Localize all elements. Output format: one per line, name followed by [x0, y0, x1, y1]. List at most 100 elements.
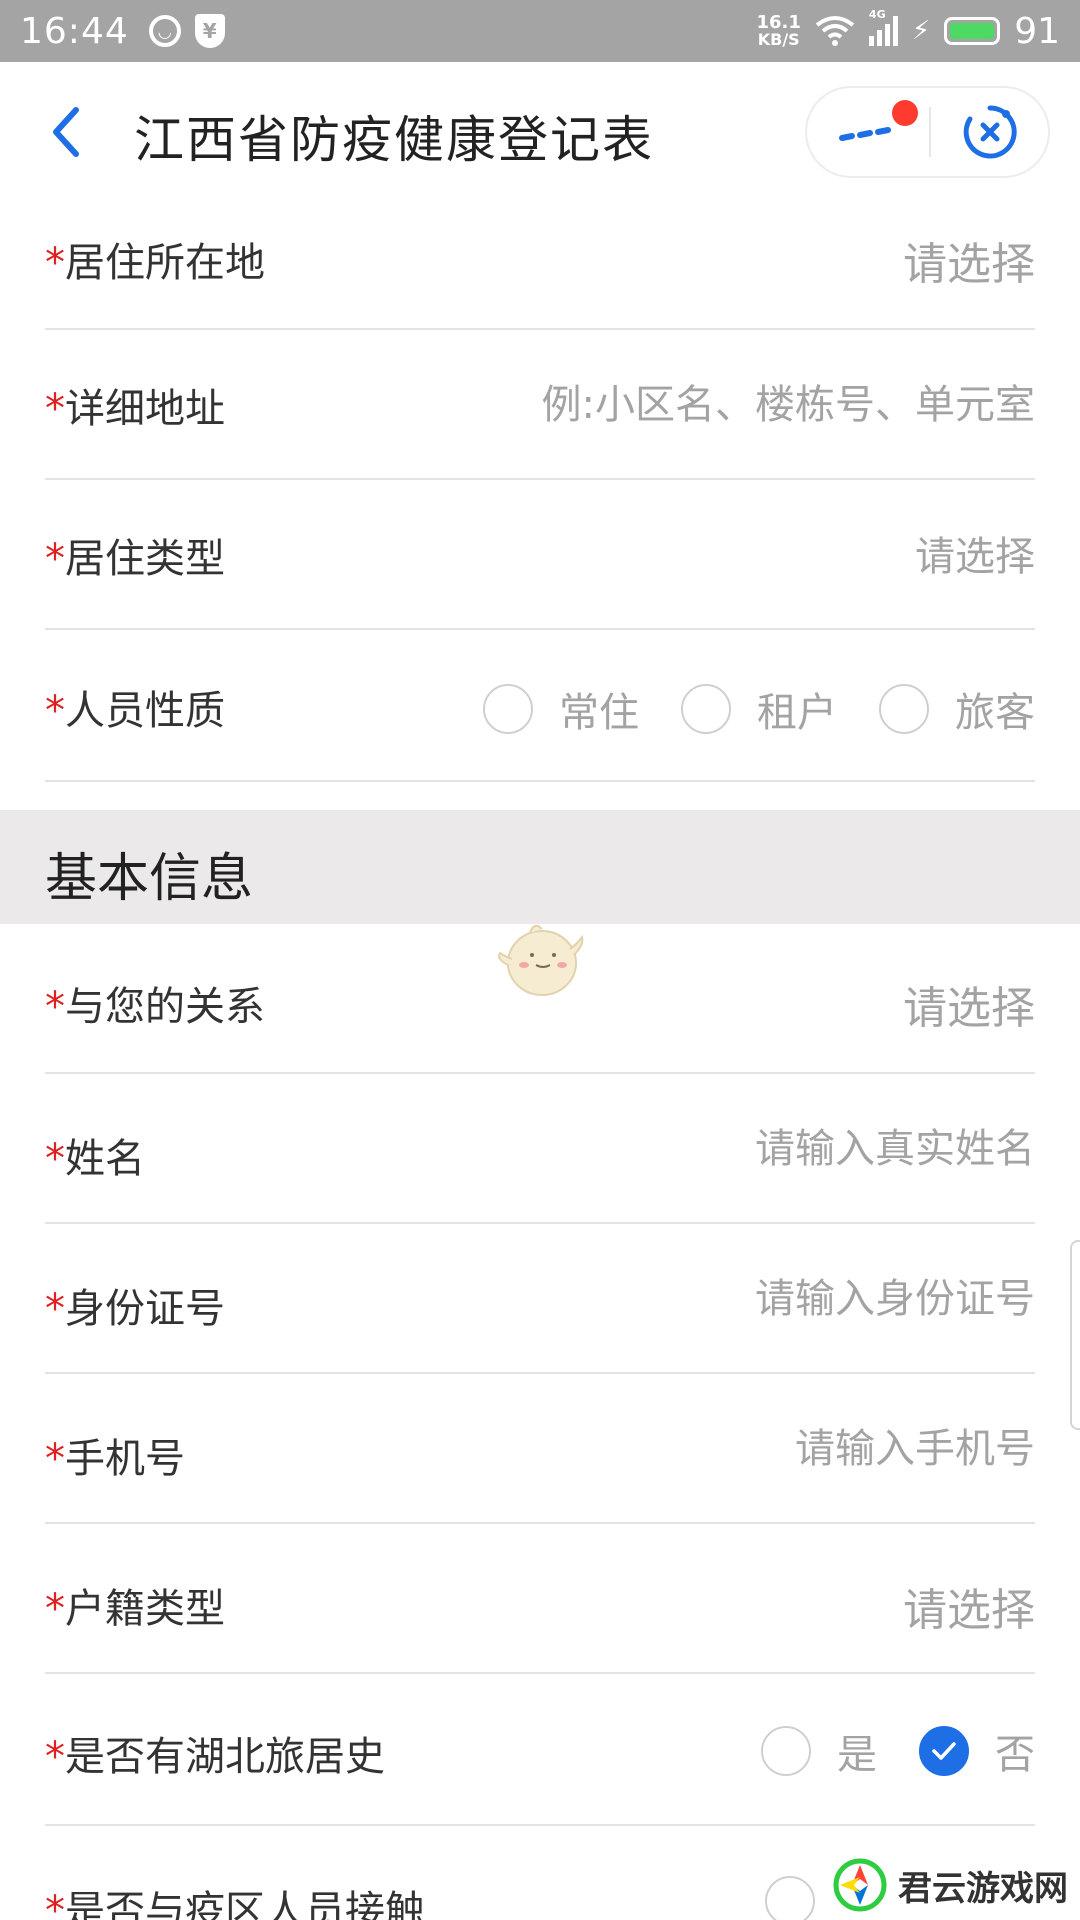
radio-circle[interactable] [681, 684, 731, 734]
check-icon [932, 1742, 956, 1760]
label-text: 姓名 [65, 1136, 145, 1182]
select-value[interactable]: 请选择 [903, 228, 1035, 292]
radio-circle[interactable] [879, 684, 929, 734]
row-phone: *手机号 请输入手机号 [45, 1374, 1035, 1524]
row-label: *人员性质 [45, 678, 225, 736]
radio-resident[interactable]: 常住 [483, 680, 639, 738]
mini-program-capsule [805, 86, 1050, 178]
required-mark: * [45, 1586, 65, 1632]
row-hubei-history: *是否有湖北旅居史 是 否 [45, 1674, 1035, 1826]
watermark-logo-icon [833, 1858, 887, 1912]
chevron-left-icon [53, 107, 79, 157]
label-text: 户籍类型 [65, 1586, 225, 1632]
required-mark: * [45, 1136, 65, 1182]
label-text: 是否与疫区人员接触 [65, 1888, 425, 1920]
row-id-number: *身份证号 请输入身份证号 [45, 1224, 1035, 1374]
notification-app-icon: ◡ [148, 15, 181, 47]
wifi-icon [815, 16, 855, 46]
radio-yes[interactable]: 是 [761, 1722, 877, 1780]
mascot-sticker-icon[interactable] [490, 915, 590, 1005]
watermark: 君云游戏网 [832, 1855, 1068, 1915]
row-label: *手机号 [45, 1426, 185, 1484]
detail-address-input[interactable]: 例:小区名、楼栋号、单元室 [542, 372, 1035, 430]
row-residence-type[interactable]: *居住类型 请选择 [45, 480, 1035, 630]
epidemic-contact-radio-group [765, 1876, 815, 1920]
required-mark: * [45, 1286, 65, 1332]
network-speed-unit: KB/S [757, 30, 800, 49]
network-type: 4G [868, 8, 886, 21]
required-mark: * [45, 984, 65, 1030]
row-label: *户籍类型 [45, 1576, 225, 1634]
scroll-indicator[interactable] [1070, 1240, 1080, 1430]
radio-label: 租户 [757, 690, 837, 736]
row-household-type[interactable]: *户籍类型 请选择 [45, 1524, 1035, 1674]
shield-yen-icon: ¥ [194, 14, 225, 48]
label-text: 居住所在地 [65, 240, 265, 286]
radio-no[interactable]: 否 [919, 1722, 1035, 1780]
row-label: *与您的关系 [45, 974, 265, 1032]
section-title: 基本信息 [45, 849, 254, 909]
battery-icon [944, 17, 1001, 45]
required-mark: * [45, 536, 65, 582]
radio-traveler[interactable]: 旅客 [879, 680, 1035, 738]
label-text: 详细地址 [65, 386, 225, 432]
radio-circle-checked[interactable] [919, 1726, 969, 1776]
row-detail-address: *详细地址 例:小区名、楼栋号、单元室 [45, 330, 1035, 480]
row-label: *详细地址 [45, 376, 225, 434]
radio-label: 常住 [559, 690, 639, 736]
page-title: 江西省防疫健康登记表 [134, 111, 654, 169]
row-name: *姓名 请输入真实姓名 [45, 1074, 1035, 1224]
select-value[interactable]: 请选择 [915, 524, 1035, 582]
select-value[interactable]: 请选择 [903, 1574, 1035, 1638]
radio-circle[interactable] [765, 1876, 815, 1920]
radio-circle[interactable] [761, 1726, 811, 1776]
network-speed: 16.1 KB/S [757, 14, 801, 48]
radio-label: 是 [837, 1732, 877, 1778]
back-button[interactable] [40, 102, 90, 162]
row-label: *身份证号 [45, 1276, 225, 1334]
row-residence-location[interactable]: *居住所在地 请选择 [45, 202, 1035, 330]
status-time: 16:44 [20, 10, 129, 52]
close-target-icon [963, 105, 1017, 159]
label-text: 身份证号 [65, 1286, 225, 1332]
more-dots-icon [839, 127, 891, 141]
required-mark: * [45, 1734, 65, 1780]
section-header: 基本信息 [0, 810, 1080, 924]
row-label: *居住所在地 [45, 230, 265, 288]
row-label: *是否有湖北旅居史 [45, 1724, 385, 1782]
watermark-text: 君云游戏网 [898, 1868, 1068, 1909]
battery-level: 91 [1014, 10, 1060, 52]
phone-input[interactable]: 请输入手机号 [795, 1416, 1035, 1474]
person-type-radio-group: 常住 租户 旅客 [483, 680, 1035, 738]
radio-yes[interactable] [765, 1876, 815, 1920]
label-text: 居住类型 [65, 536, 225, 582]
close-button[interactable] [931, 88, 1048, 176]
radio-circle[interactable] [483, 684, 533, 734]
radio-tenant[interactable]: 租户 [681, 680, 837, 738]
notification-dot [892, 100, 918, 126]
radio-label: 旅客 [955, 690, 1035, 736]
select-value[interactable]: 请选择 [903, 972, 1035, 1036]
required-mark: * [45, 1888, 65, 1920]
more-button[interactable] [807, 88, 929, 176]
row-label: *是否与疫区人员接触 [45, 1878, 425, 1920]
label-text: 手机号 [65, 1436, 185, 1482]
charging-bolt-icon: ⚡︎ [911, 16, 931, 46]
row-person-type: *人员性质 常住 租户 旅客 [45, 630, 1035, 782]
row-label: *居住类型 [45, 526, 225, 584]
required-mark: * [45, 240, 65, 286]
required-mark: * [45, 1436, 65, 1482]
signal-icon: 4G [868, 8, 898, 46]
label-text: 与您的关系 [65, 984, 265, 1030]
status-bar: 16:44 ◡ ¥ 16.1 KB/S 4G ⚡︎ 91 [0, 0, 1080, 62]
radio-label: 否 [995, 1732, 1035, 1778]
required-mark: * [45, 386, 65, 432]
required-mark: * [45, 688, 65, 734]
label-text: 人员性质 [65, 688, 225, 734]
id-number-input[interactable]: 请输入身份证号 [755, 1266, 1035, 1324]
row-label: *姓名 [45, 1126, 145, 1184]
name-input[interactable]: 请输入真实姓名 [755, 1116, 1035, 1174]
hubei-history-radio-group: 是 否 [761, 1722, 1035, 1780]
label-text: 是否有湖北旅居史 [65, 1734, 385, 1780]
title-bar: 江西省防疫健康登记表 [0, 62, 1080, 202]
